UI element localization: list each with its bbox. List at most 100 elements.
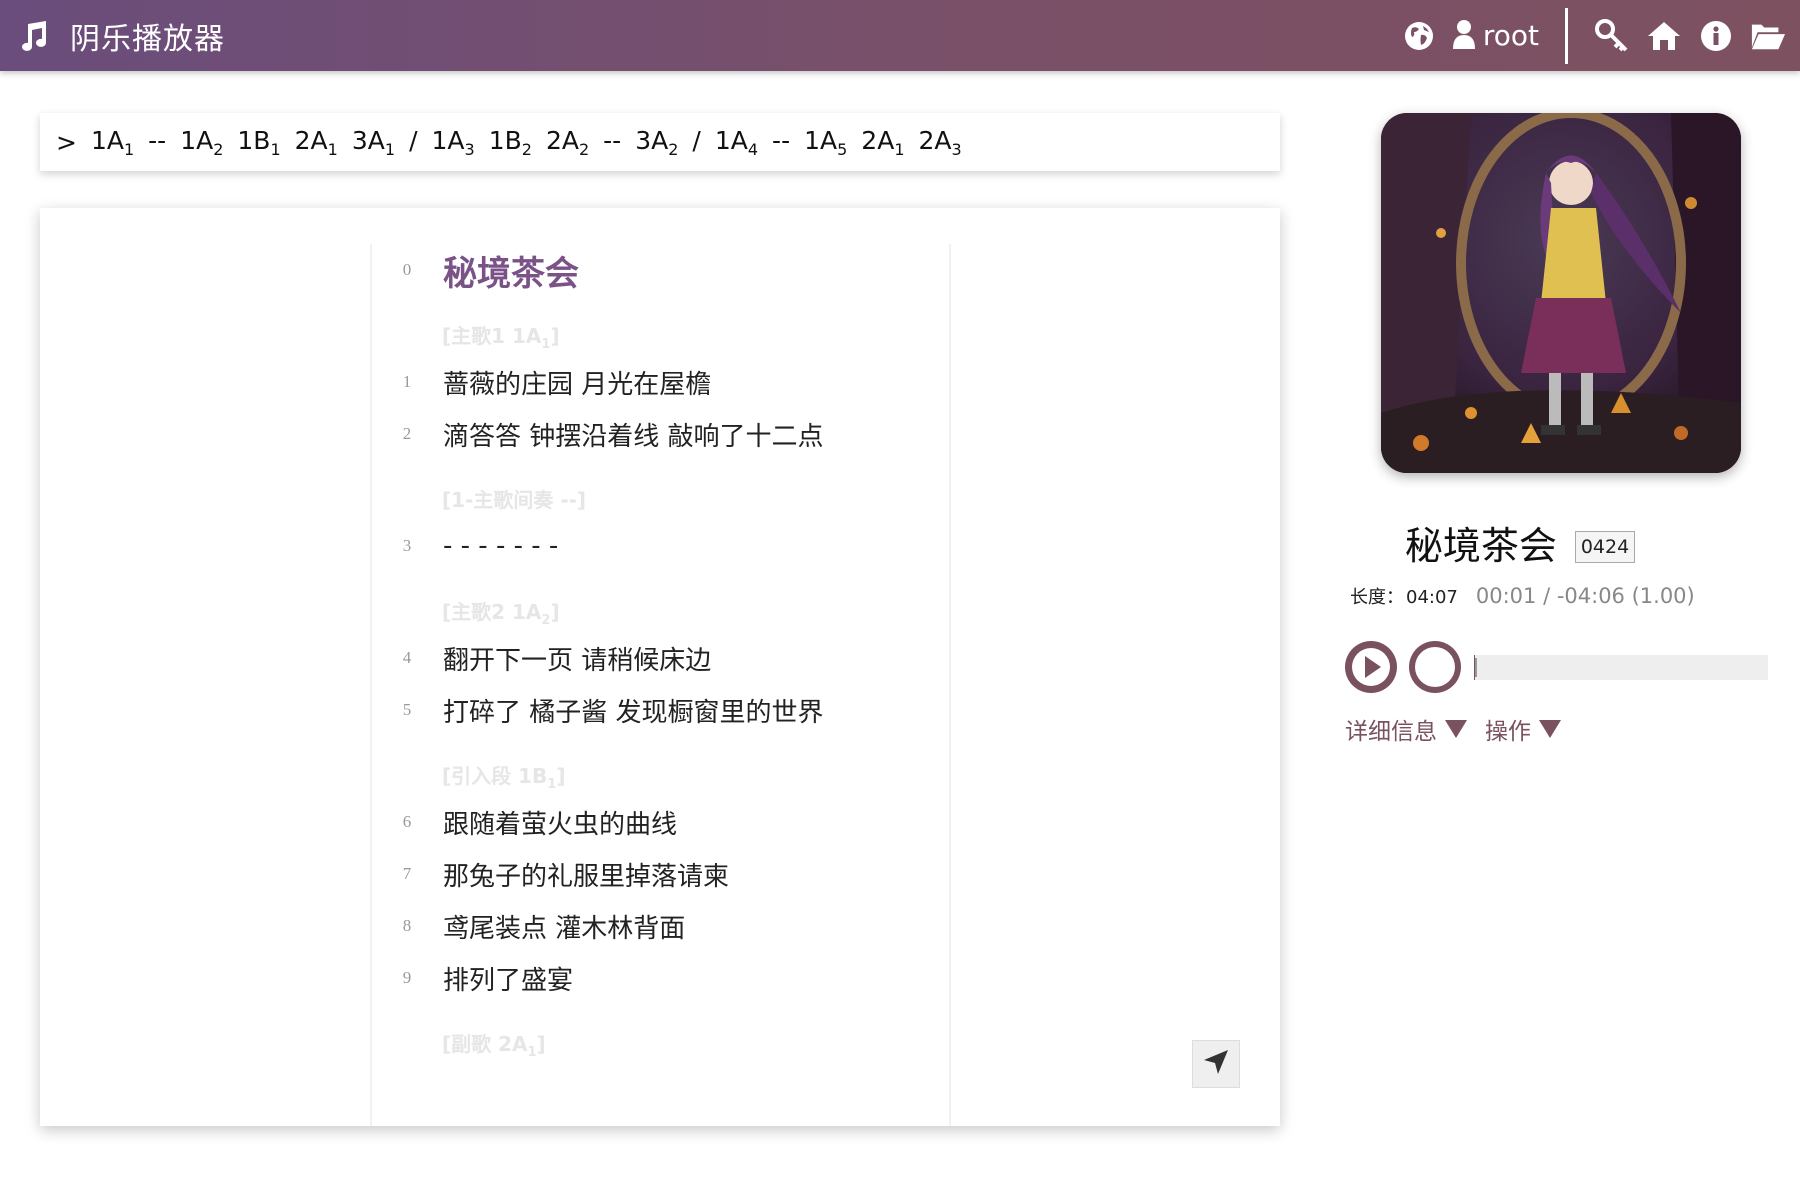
structure-connector: -- xyxy=(772,125,791,155)
home-icon[interactable] xyxy=(1646,18,1682,54)
section-label-text: [1-主歌间奏 --] xyxy=(442,488,587,512)
panel-toggles: 详细信息 操作 xyxy=(1345,712,1579,746)
brand[interactable]: 阴乐播放器 xyxy=(0,0,225,71)
lyric-text: 滴答答 钟摆沿着线 敲响了十二点 xyxy=(443,421,824,452)
lyric-song-title: 秘境茶会 xyxy=(443,253,579,294)
lyric-title-line[interactable]: 0 秘境茶会 xyxy=(372,250,932,294)
lyric-line[interactable]: 1 蔷薇的庄园 月光在屋檐 xyxy=(372,362,932,402)
stop-button[interactable] xyxy=(1408,640,1462,694)
structure-prefix: > xyxy=(56,127,77,157)
user-menu[interactable]: root xyxy=(1451,18,1539,54)
lyric-text: 排列了盛宴 xyxy=(443,965,574,996)
section-index: 2 xyxy=(668,139,679,159)
lyric-text: 打碎了 橘子酱 发现橱窗里的世界 xyxy=(443,697,824,728)
section-label-text: [主歌1 1A xyxy=(442,324,542,348)
top-bar: 阴乐播放器 root xyxy=(0,0,1800,71)
section-index: 4 xyxy=(747,139,759,159)
line-number: 0 xyxy=(402,260,412,279)
globe-icon[interactable] xyxy=(1401,18,1437,54)
structure-section: 1A1 xyxy=(91,126,134,159)
lyric-text: 鸢尾装点 灌木林背面 xyxy=(443,913,686,944)
section-label-end: ] xyxy=(550,324,560,348)
lyric-text: - - - - - - - xyxy=(443,531,559,561)
section-index: 1 xyxy=(270,139,281,159)
line-number: 7 xyxy=(402,864,412,883)
info-icon[interactable] xyxy=(1698,18,1734,54)
section-code: 1A xyxy=(431,125,465,155)
section-index: 3 xyxy=(951,139,962,159)
section-code: 1A xyxy=(714,125,748,155)
section-label-end: ] xyxy=(536,1032,546,1056)
section-code: 1B xyxy=(237,125,271,155)
structure-section: 2A1 xyxy=(295,126,338,159)
song-title-row: 秘境茶会 0424 xyxy=(1300,515,1740,570)
section-code: 2A xyxy=(918,125,952,155)
structure-section: 3A2 xyxy=(635,125,678,159)
structure-connector: -- xyxy=(148,125,167,155)
structure-section: 1A4 xyxy=(714,125,758,159)
section-index: 1 xyxy=(894,139,905,159)
structure-section: 2A2 xyxy=(545,125,589,159)
lyric-section-label: [1-主歌间奏 --] xyxy=(442,484,586,513)
triangle-down-icon xyxy=(1539,720,1561,738)
song-meta: 长度： 04:07 00:01 / -04:06 (1.00) xyxy=(1350,583,1695,609)
progress-bar[interactable] xyxy=(1474,654,1768,680)
actions-label: 操作 xyxy=(1485,719,1531,745)
section-label-index: 1 xyxy=(547,777,557,792)
section-code: 1A xyxy=(804,125,838,155)
music-note-icon xyxy=(16,19,50,53)
line-number: 5 xyxy=(402,700,412,719)
section-index: 1 xyxy=(123,139,135,159)
details-toggle[interactable]: 详细信息 xyxy=(1345,712,1467,746)
lyric-text: 蔷薇的庄园 月光在屋檐 xyxy=(443,369,712,400)
lyrics-panel: 0 秘境茶会 [主歌1 1A1] 1 蔷薇的庄园 月光在屋檐 2 滴答答 钟摆沿着线 敲… xyxy=(40,208,1280,1126)
section-label-end: ] xyxy=(556,764,566,788)
section-code: 3A xyxy=(635,125,669,155)
lyric-section-label: [副歌 2A1] xyxy=(442,1028,546,1060)
navigation-arrow-icon xyxy=(1202,1048,1230,1080)
section-code: 2A xyxy=(861,125,895,155)
lyric-line[interactable]: 8 鸢尾装点 灌木林背面 xyxy=(372,906,932,946)
structure-group-separator: / xyxy=(692,125,701,155)
triangle-down-icon xyxy=(1445,720,1467,738)
song-title: 秘境茶会 xyxy=(1404,524,1557,568)
structure-group-separator: / xyxy=(409,125,418,155)
structure-sequence: 1A1 -- 1A2 1B1 2A1 3A1/1A3 1B2 2A2 -- 3A2/1A4 -- 1A… xyxy=(91,126,976,159)
key-icon[interactable] xyxy=(1594,18,1630,54)
app-title: 阴乐播放器 xyxy=(70,21,225,57)
progress-handle[interactable] xyxy=(1475,657,1477,677)
lyric-line[interactable]: 7 那兔子的礼服里掉落请柬 xyxy=(372,854,932,894)
lyric-text: 跟随着萤火虫的曲线 xyxy=(443,809,678,840)
line-number: 6 xyxy=(402,812,412,831)
length-label: 长度： xyxy=(1350,587,1404,608)
play-button[interactable] xyxy=(1344,640,1398,694)
section-code: 2A xyxy=(545,125,579,155)
lyric-line[interactable]: 6 跟随着萤火虫的曲线 xyxy=(372,802,932,842)
structure-section: 1A2 xyxy=(180,126,223,159)
structure-connector: -- xyxy=(603,125,622,155)
locate-current-line-button[interactable] xyxy=(1192,1040,1240,1088)
line-number: 2 xyxy=(402,424,412,443)
section-index: 3 xyxy=(464,139,475,159)
lyric-line[interactable]: 2 滴答答 钟摆沿着线 敲响了十二点 xyxy=(372,414,932,454)
section-label-index: 1 xyxy=(527,1045,537,1060)
lyric-line[interactable]: 9 排列了盛宴 xyxy=(372,958,932,998)
structure-section: 1A5 xyxy=(804,125,847,159)
album-cover xyxy=(1381,113,1741,473)
structure-section: 2A3 xyxy=(918,125,962,159)
actions-toggle[interactable]: 操作 xyxy=(1485,712,1561,746)
song-id-badge: 0424 xyxy=(1574,530,1636,563)
folder-open-icon[interactable] xyxy=(1750,18,1786,54)
lyric-line[interactable]: 4 翻开下一页 请稍候床边 xyxy=(372,638,932,678)
player-controls xyxy=(1344,640,1768,694)
length-value: 04:07 xyxy=(1406,587,1458,608)
song-structure-bar: > 1A1 -- 1A2 1B1 2A1 3A1/1A3 1B2 2A2 -- 3A2/1A4 --… xyxy=(40,113,1280,171)
user-icon xyxy=(1451,18,1477,54)
section-index: 5 xyxy=(837,139,848,159)
structure-section: 3A1 xyxy=(352,126,395,159)
lyric-text: 翻开下一页 请稍候床边 xyxy=(443,645,712,676)
lyric-text: 那兔子的礼服里掉落请柬 xyxy=(443,861,730,892)
section-index: 1 xyxy=(327,139,338,159)
lyric-line[interactable]: 5 打碎了 橘子酱 发现橱窗里的世界 xyxy=(372,690,932,730)
lyric-line[interactable]: 3 - - - - - - - xyxy=(372,526,932,566)
